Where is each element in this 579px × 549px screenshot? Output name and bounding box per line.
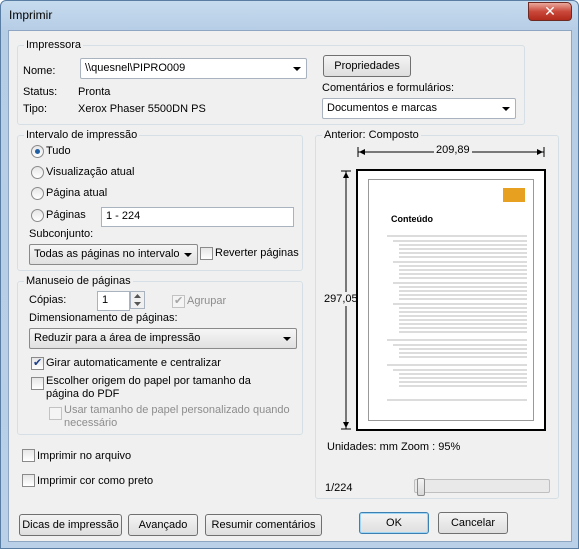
print-dialog: Imprimir ✕ Impressora Nome: \\quesnel\PI… — [0, 0, 579, 549]
chevron-down-icon — [502, 107, 510, 111]
summarize-comments-button[interactable]: Resumir comentários — [205, 514, 322, 536]
print-grayscale-checkbox[interactable] — [22, 474, 35, 487]
page-sizing-select[interactable]: Reduzir para a área de impressão — [29, 328, 297, 349]
cancel-button[interactable]: Cancelar — [438, 512, 508, 534]
copies-input[interactable]: 1 — [97, 291, 130, 311]
pages-input[interactable]: 1 - 224 — [101, 207, 294, 227]
auto-rotate-label[interactable]: Girar automaticamente e centralizar — [46, 357, 221, 369]
status-label: Status: — [23, 86, 58, 98]
print-to-file-label[interactable]: Imprimir no arquivo — [37, 450, 131, 462]
document-logo — [503, 188, 525, 202]
comments-forms-value: Documentos e marcas — [327, 102, 438, 114]
printer-name-select[interactable]: \\quesnel\PIPRO009 — [80, 58, 307, 79]
page-sizing-value: Reduzir para a área de impressão — [34, 332, 201, 344]
collate-checkbox — [172, 294, 185, 308]
collate-label: Agrupar — [187, 295, 227, 307]
paper-source-label[interactable]: Escolher origem do papel por tamanho da … — [46, 375, 284, 401]
ok-button[interactable]: OK — [359, 512, 429, 534]
preview-width: 209,89 — [434, 144, 472, 156]
comments-forms-label: Comentários e formulários: — [322, 82, 455, 94]
chevron-down-icon — [184, 253, 192, 257]
radio-current-page-label[interactable]: Página atual — [46, 187, 107, 199]
print-tips-button[interactable]: Dicas de impressão — [19, 514, 122, 536]
radio-current-page[interactable] — [31, 187, 44, 200]
page-slider[interactable] — [414, 478, 550, 496]
reverse-pages-label[interactable]: Reverter páginas — [215, 247, 299, 259]
units-zoom-text: Unidades: mm Zoom : 95% — [327, 441, 461, 453]
title-bar[interactable]: Imprimir ✕ — [1, 1, 578, 29]
preview-label: Anterior: Composto — [322, 129, 421, 141]
radio-current-view-label[interactable]: Visualização atual — [46, 166, 134, 178]
radio-all-label[interactable]: Tudo — [46, 145, 71, 157]
preview-page: Conteúdo — [368, 179, 534, 421]
close-icon[interactable]: ✕ — [528, 2, 572, 21]
page-slider-thumb[interactable] — [417, 478, 425, 496]
page-handling-label: Manuseio de páginas — [24, 275, 133, 287]
advanced-button[interactable]: Avançado — [128, 514, 198, 536]
subset-value: Todas as páginas no intervalo — [34, 248, 180, 260]
radio-all[interactable] — [31, 145, 44, 158]
reverse-pages-checkbox[interactable] — [200, 247, 213, 260]
radio-pages[interactable] — [31, 209, 44, 222]
copies-label: Cópias: — [29, 294, 67, 306]
type-value: Xerox Phaser 5500DN PS — [78, 103, 206, 115]
print-grayscale-label[interactable]: Imprimir cor como preto — [37, 475, 153, 487]
page-counter: 1/224 — [325, 482, 353, 494]
custom-paper-checkbox — [49, 407, 62, 420]
page-preview: Conteúdo — [356, 169, 546, 431]
chevron-down-icon — [283, 337, 291, 341]
radio-pages-label[interactable]: Páginas — [46, 209, 86, 221]
subset-select[interactable]: Todas as páginas no intervalo — [29, 244, 198, 265]
paper-source-checkbox[interactable] — [31, 377, 44, 390]
printer-group-label: Impressora — [24, 39, 84, 51]
auto-rotate-checkbox[interactable] — [31, 356, 44, 370]
comments-forms-select[interactable]: Documentos e marcas — [322, 98, 516, 119]
printer-name-value: \\quesnel\PIPRO009 — [85, 62, 186, 74]
window-title: Imprimir — [9, 8, 53, 22]
printer-name-label: Nome: — [23, 65, 56, 77]
preview-height: 297,05 — [324, 292, 358, 306]
copies-stepper[interactable] — [130, 291, 145, 309]
properties-button[interactable]: Propriedades — [323, 55, 411, 77]
chevron-down-icon — [293, 67, 301, 71]
page-sizing-label: Dimensionamento de páginas: — [29, 312, 178, 324]
type-label: Tipo: — [23, 103, 48, 115]
subset-label: Subconjunto: — [29, 228, 94, 240]
custom-paper-label: Usar tamanho de papel personalizado quan… — [64, 404, 290, 429]
print-to-file-checkbox[interactable] — [22, 449, 35, 462]
preview-doc-title: Conteúdo — [391, 214, 433, 224]
stepper-arrows-icon — [134, 294, 141, 306]
print-range-label: Intervalo de impressão — [24, 129, 140, 141]
toc-lines — [387, 235, 527, 401]
radio-current-view[interactable] — [31, 166, 44, 179]
status-value: Pronta — [78, 86, 111, 98]
